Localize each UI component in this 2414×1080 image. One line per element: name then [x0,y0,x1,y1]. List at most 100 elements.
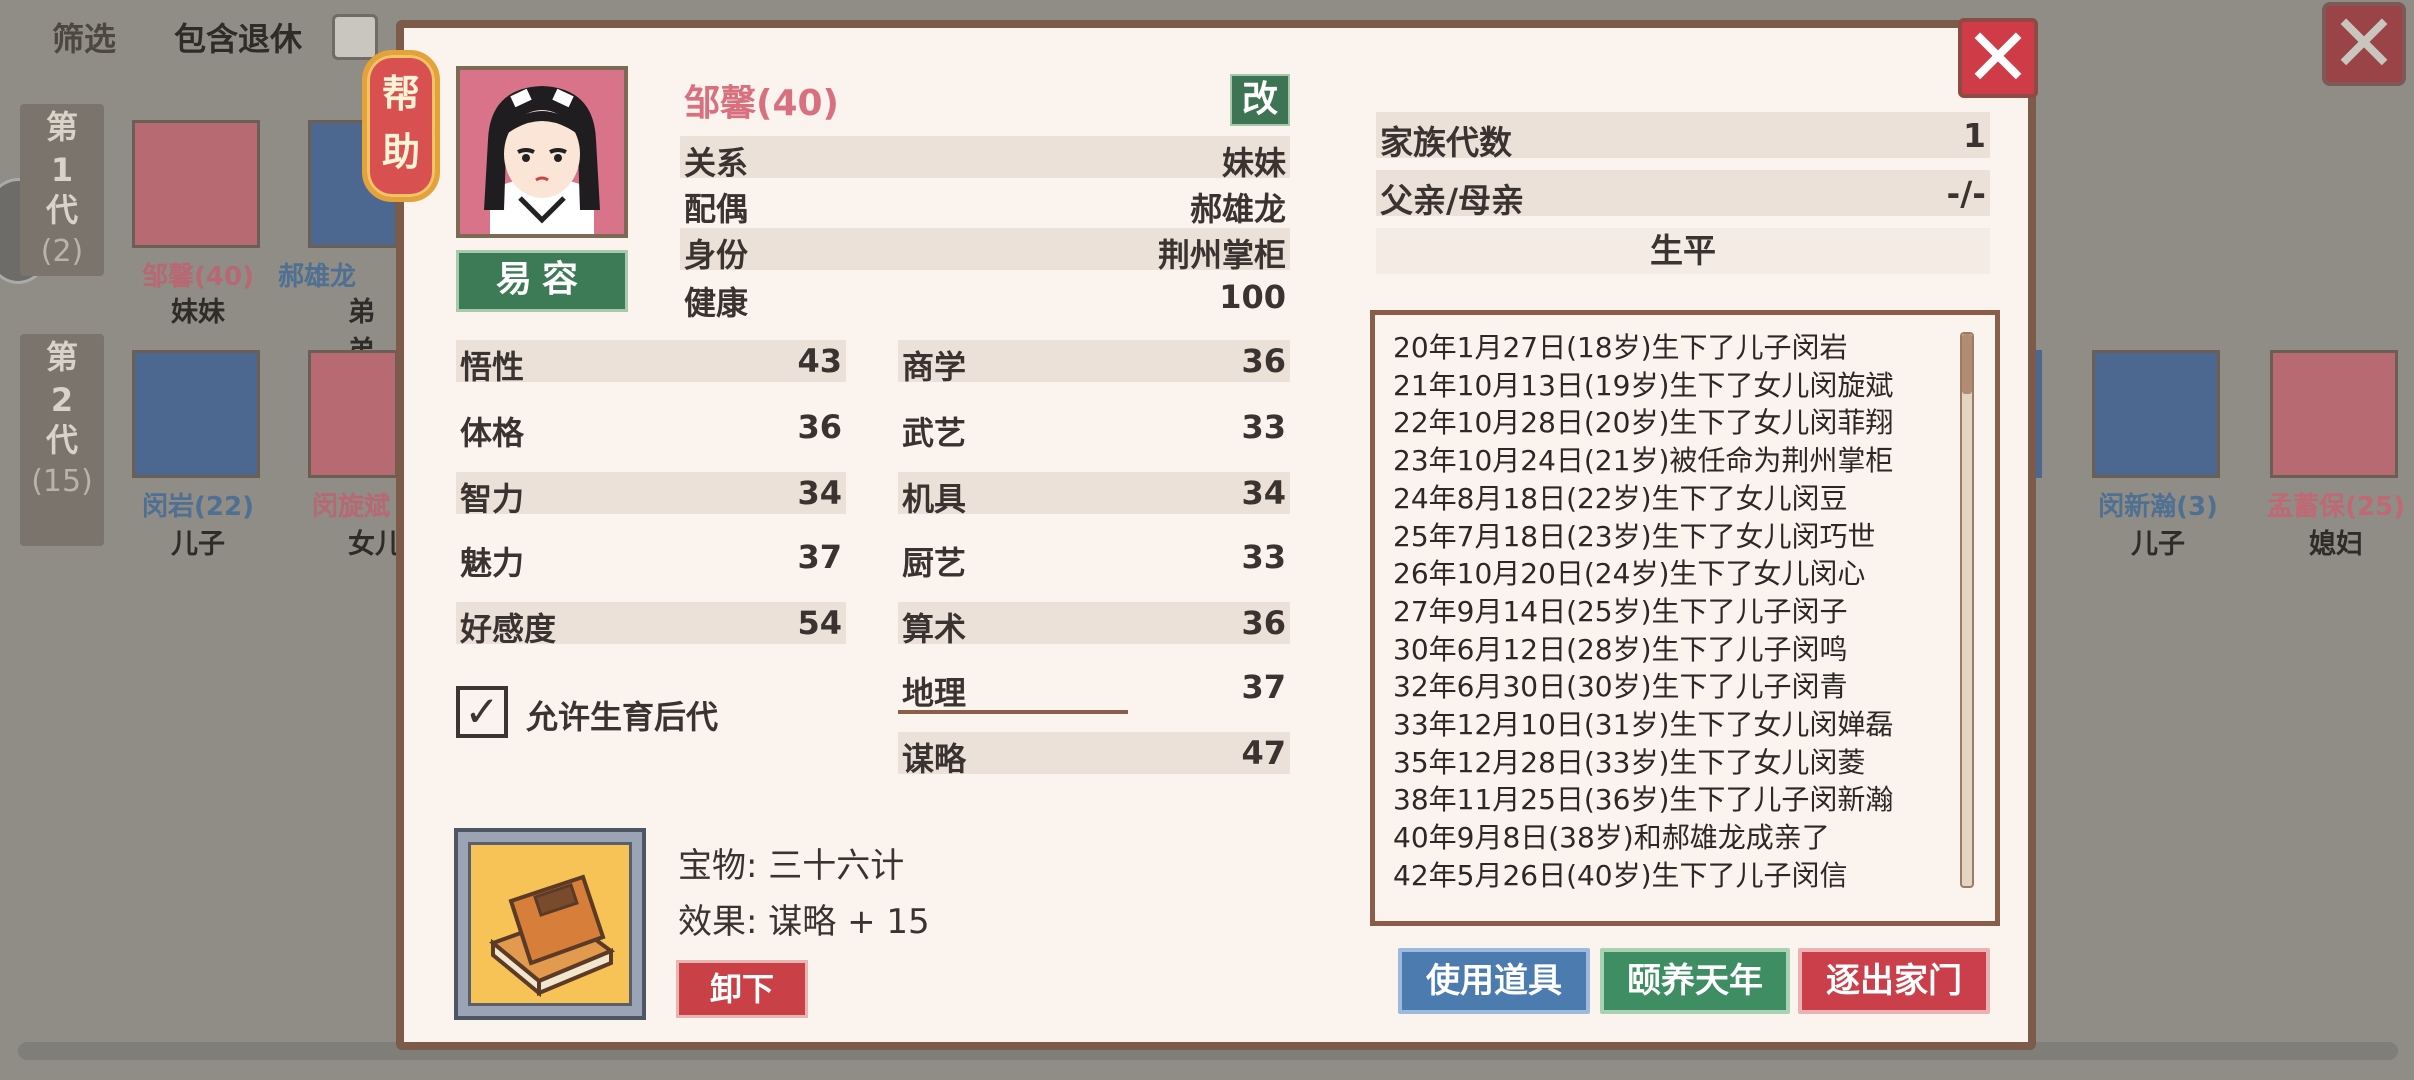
edit-name-button[interactable]: 改 [1230,74,1290,126]
generation-1-tab[interactable]: 第 1 代 (2) [20,104,104,276]
help-label: 帮 [381,72,420,116]
biography-scrollbar-thumb[interactable] [1962,334,1972,394]
member-relation: 妹妹 [171,297,225,328]
member-relation: 儿子 [171,529,225,560]
biography-entry: 24年8月18日(22岁)生下了女儿闵豆 [1393,481,1848,515]
info-key: 身份 [684,236,749,274]
generation-count: (2) [40,234,84,269]
generation-2-tab[interactable]: 第 2 代 (15) [20,334,104,546]
biography-entry: 38年11月25日(36岁)生下了儿子闵新瀚 [1393,783,1894,817]
stat-key: 算术 [902,610,967,648]
generation-number: 1 [50,151,74,189]
biography-entry: 35年12月28日(33岁)生下了女儿闵菱 [1393,745,1866,779]
biography-entry: 42年5月26日(40岁)生下了儿子闵信 [1393,858,1848,892]
biography-scrollbar[interactable] [1960,332,1974,888]
biography-entry: 30年6月12日(28岁)生下了儿子闵鸣 [1393,632,1848,666]
stat-key: 魅力 [460,544,525,582]
biography-list: 20年1月27日(18岁)生下了儿子闵岩 21年10月13日(19岁)生下了女儿… [1393,329,1893,895]
biography-entry: 22年10月28日(20岁)生下了女儿闵菲翔 [1393,406,1894,440]
expel-button[interactable]: 逐出家门 [1798,948,1990,1014]
filter-button[interactable]: 筛选 [52,14,116,60]
stat-key: 武艺 [902,414,967,452]
help-label: 助 [381,130,420,174]
treasure-frame [468,842,632,1006]
info-key: 家族代数 [1380,123,1512,162]
member-portrait[interactable] [2092,350,2220,478]
disguise-button[interactable]: 易容 [456,250,628,312]
stat-value: 36 [1241,604,1286,642]
stat-highlight-underline [898,710,1128,714]
generation-label: 第 [45,338,78,376]
treasure-name: 宝物: 三十六计 [678,846,905,886]
info-key: 关系 [684,144,749,182]
biography-entry: 32年6月30日(30岁)生下了儿子闵青 [1393,670,1848,704]
member-portrait[interactable] [2270,350,2398,478]
biography-entry: 27年9月14日(25岁)生下了儿子闵子 [1393,594,1848,628]
biography-entry: 33年12月10日(31岁)生下了女儿闵婵磊 [1393,708,1894,742]
member-relation: 儿子 [2131,529,2185,560]
member-name: 闵新瀚(3) [2098,492,2218,522]
member-relation: 媳妇 [2309,529,2363,560]
character-avatar-icon [460,70,624,234]
generation-label: 代 [45,421,78,459]
stat-row-intelligence: 智力 34 [456,472,846,518]
stat-key: 体格 [460,414,525,452]
member-portrait[interactable] [132,120,260,248]
biography-entry: 26年10月20日(24岁)生下了女儿闵心 [1393,557,1866,591]
stat-key: 悟性 [460,348,525,386]
treasure-slot[interactable] [454,828,646,1020]
member-name: 孟蓄保(25) [2267,492,2405,522]
stat-row-favorability: 好感度 54 [456,602,846,648]
checkmark-icon: ✓ [464,687,500,736]
member-portrait[interactable] [308,350,398,478]
stat-value: 36 [1241,342,1286,380]
generation-label: 第 [45,108,78,146]
help-button[interactable]: 帮 助 [362,50,440,202]
biography-log[interactable]: 20年1月27日(18岁)生下了儿子闵岩 21年10月13日(19岁)生下了女儿… [1370,310,2000,926]
info-row-relation: 关系 妹妹 [680,136,1290,182]
stat-row-machinery: 机具 34 [898,472,1290,518]
member-relation: 女儿 [348,529,398,560]
include-retired-label: 包含退休 [174,20,303,58]
info-key: 父亲/母亲 [1380,181,1525,220]
use-item-button[interactable]: 使用道具 [1398,948,1590,1014]
stat-row-martial: 武艺 33 [898,406,1290,452]
info-key: 健康 [684,284,749,322]
book-icon [489,874,616,998]
biography-entry: 25年7月18日(23岁)生下了女儿闵巧世 [1393,519,1876,553]
info-value: 100 [1219,278,1286,316]
stat-value: 36 [797,408,842,446]
info-value: 荆州掌柜 [1157,236,1286,274]
allow-offspring-label: 允许生育后代 [526,698,719,736]
biography-entry: 21年10月13日(19岁)生下了女儿闵旋斌 [1393,368,1894,402]
character-name: 邹馨(40) [684,83,840,124]
include-retired-checkbox[interactable] [332,14,378,60]
screen-close-button[interactable]: ✕ [2322,2,2406,86]
close-icon: ✕ [1964,11,2032,104]
retire-button[interactable]: 颐养天年 [1600,948,1790,1014]
generation-number: 2 [50,381,74,419]
stat-value: 34 [1241,474,1286,512]
generation-label: 代 [45,191,78,229]
stat-row-comprehension: 悟性 43 [456,340,846,386]
stat-key: 地理 [902,674,967,712]
unequip-button[interactable]: 卸下 [676,960,808,1018]
family-generation-row: 家族代数 1 [1376,112,1990,162]
stat-value: 54 [797,604,842,642]
allow-offspring-checkbox[interactable]: ✓ [456,686,508,738]
biography-entry: 20年1月27日(18岁)生下了儿子闵岩 [1393,331,1848,364]
stat-value: 37 [1241,668,1286,706]
member-name: 邹馨(40) [142,262,254,292]
info-row-health: 健康 100 [680,276,1290,322]
biography-entry: 23年10月24日(21岁)被任命为荆州掌柜 [1393,444,1894,478]
info-row-spouse: 配偶 郝雄龙 [680,182,1290,228]
member-name: 闵岩(22) [142,492,254,522]
parents-row: 父亲/母亲 -/- [1376,170,1990,220]
info-value: 妹妹 [1221,144,1286,182]
dialog-close-button[interactable]: ✕ [1958,18,2038,98]
biography-title: 生平 [1376,228,1990,274]
stat-value: 33 [1241,408,1286,446]
treasure-effect: 效果: 谋略 + 15 [678,902,930,942]
member-portrait[interactable] [132,350,260,478]
member-name: 郝雄龙 [278,262,357,292]
